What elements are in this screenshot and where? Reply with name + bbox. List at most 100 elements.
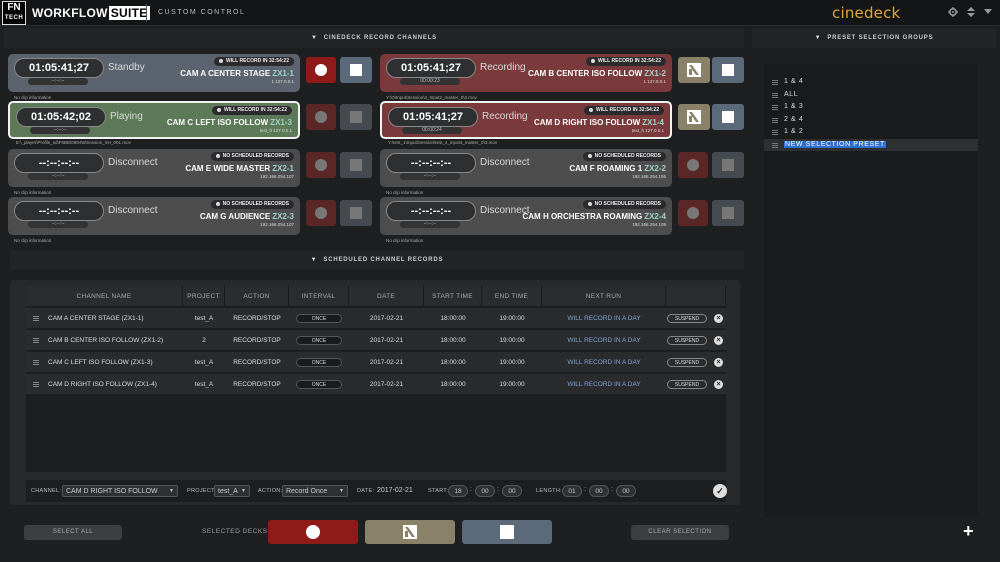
collapse-triangle-icon: ▼ [310, 257, 318, 263]
channel-card[interactable]: --:--:--:-- --:--:-- Disconnect NO SCHEDULE… [380, 149, 672, 195]
channel-card[interactable]: --:--:--:-- --:--:-- Disconnect NO SCHEDULE… [8, 149, 300, 195]
record-channels-header[interactable]: ▼ CINEDECK RECORD CHANNELS [4, 28, 744, 48]
camera-name-text: CAM E WIDE MASTER [185, 164, 271, 173]
nudge-button[interactable] [678, 104, 710, 130]
stop-button[interactable] [340, 57, 372, 83]
col-header-end[interactable]: END TIME [482, 286, 542, 306]
col-header-start[interactable]: START TIME [424, 286, 482, 306]
suspend-button[interactable]: SUSPEND [667, 357, 707, 367]
record-button[interactable] [678, 200, 708, 226]
stop-button[interactable] [712, 104, 744, 130]
drag-handle-icon[interactable] [33, 338, 39, 343]
clip-path: Y:\O\Input\Session\3_Input2_master_0\3.m… [386, 95, 477, 100]
date-value[interactable]: 2017-02-21 [377, 487, 413, 494]
preset-item[interactable]: 1 & 4 [764, 76, 978, 89]
channel-card[interactable]: 01:05:41;27 00:00:23 Recording WILL RECORD … [380, 54, 672, 100]
channel-card[interactable]: --:--:--:-- --:--:-- Disconnect NO SCHEDULE… [8, 197, 300, 243]
preset-item[interactable]: 1 & 2 [764, 126, 978, 139]
drag-handle-icon[interactable] [772, 105, 778, 110]
channel-select[interactable]: CAM D RIGHT ISO FOLLOW ▼ [62, 485, 178, 497]
collapse-triangle-icon: ▼ [311, 35, 318, 41]
preset-item[interactable]: 1 & 3 [764, 101, 978, 114]
nudge-selected-button[interactable] [365, 520, 455, 544]
start-second-stepper[interactable]: 00 [502, 485, 522, 497]
cell-action: RECORD/STOP [233, 381, 281, 388]
action-select[interactable]: Record Once ▼ [282, 485, 348, 497]
stop-button[interactable] [712, 200, 744, 226]
delete-icon[interactable]: × [714, 314, 723, 323]
record-button[interactable] [306, 57, 336, 83]
cinedeck-logo: cinedeck [832, 4, 901, 22]
start-minute-stepper[interactable]: 00 [475, 485, 495, 497]
drag-handle-icon[interactable] [33, 360, 39, 365]
preset-groups-header[interactable]: ▼ PRESET SELECTION GROUPS [752, 28, 996, 48]
delete-icon[interactable]: × [714, 380, 723, 389]
channel-card[interactable]: 01:05:41;27 --:--:-- Standby WILL RECORD IN… [8, 54, 300, 100]
drag-handle-icon[interactable] [772, 130, 778, 135]
drag-handle-icon[interactable] [33, 382, 39, 387]
col-header-project[interactable]: PROJECT [183, 286, 225, 306]
menu-down-icon[interactable] [984, 7, 992, 18]
channel-card[interactable]: --:--:--:-- --:--:-- Disconnect NO SCHEDULE… [380, 197, 672, 243]
camera-name-text: CAM D RIGHT ISO FOLLOW [533, 118, 641, 127]
record-button[interactable] [306, 200, 336, 226]
nudge-button[interactable] [678, 57, 710, 83]
delete-icon[interactable]: × [714, 358, 723, 367]
preset-item[interactable]: ALL [764, 89, 978, 102]
record-button[interactable] [306, 152, 336, 178]
confirm-check-icon[interactable]: ✓ [713, 484, 727, 498]
col-header-next-run[interactable]: NEXT RUN [542, 286, 666, 306]
drag-handle-icon[interactable] [772, 142, 778, 148]
record-selected-button[interactable] [268, 520, 358, 544]
preset-label: 1 & 2 [784, 128, 804, 135]
col-header-action[interactable]: ACTION [225, 286, 289, 306]
elapsed-time: 00:00:24 [402, 127, 462, 134]
gear-icon[interactable] [948, 7, 958, 20]
col-header-channel[interactable]: CHANNEL NAME [26, 286, 183, 306]
sort-arrows-icon[interactable] [967, 7, 975, 20]
length-minute-stepper[interactable]: 00 [589, 485, 609, 497]
suspend-button[interactable]: SUSPEND [667, 335, 707, 345]
table-row[interactable]: CAM D RIGHT ISO FOLLOW (ZX1-4) test_A RECO… [26, 374, 726, 395]
suspend-button[interactable]: SUSPEND [667, 379, 707, 389]
preset-item[interactable]: NEW SELECTION PRESET [764, 138, 978, 151]
record-button[interactable] [678, 152, 708, 178]
table-row[interactable]: CAM B CENTER ISO FOLLOW (ZX1-2) 2 RECORD/S… [26, 330, 726, 351]
clock-icon [217, 107, 222, 112]
preset-label: 2 & 4 [784, 115, 804, 123]
colon-separator: : [611, 486, 613, 493]
drag-handle-icon[interactable] [33, 316, 39, 321]
length-second-stepper[interactable]: 00 [616, 485, 636, 497]
add-preset-icon[interactable]: + [963, 522, 974, 540]
record-button[interactable] [306, 104, 336, 130]
drag-handle-icon[interactable] [772, 92, 778, 98]
delete-icon[interactable]: × [714, 336, 723, 345]
n-logo-icon [687, 110, 701, 124]
stop-button[interactable] [712, 152, 744, 178]
project-select-value: test_A [218, 488, 238, 495]
project-select[interactable]: test_A ▼ [214, 485, 250, 497]
stop-button[interactable] [340, 152, 372, 178]
stop-button[interactable] [340, 200, 372, 226]
table-row[interactable]: CAM A CENTER STAGE (ZX1-1) test_A RECORD/S… [26, 308, 726, 329]
drag-handle-icon[interactable] [772, 117, 778, 123]
select-all-button[interactable]: SELECT ALL [24, 525, 122, 540]
stop-button[interactable] [340, 104, 372, 130]
stop-button[interactable] [712, 57, 744, 83]
cell-end: 19:00:00 [499, 315, 525, 322]
channel-card[interactable]: 01:05:41;27 00:00:24 Recording WILL RECORD … [380, 101, 672, 145]
clear-selection-button[interactable]: CLEAR SELECTION [631, 525, 729, 540]
col-header-date[interactable]: DATE [349, 286, 424, 306]
col-header-interval[interactable]: INTERVAL [289, 286, 349, 306]
clip-path: No clip information [386, 238, 424, 243]
stop-selected-button[interactable] [462, 520, 552, 544]
scheduled-records-header[interactable]: ▼ SCHEDULED CHANNEL RECORDS [10, 250, 744, 270]
length-hour-stepper[interactable]: 01 [562, 485, 582, 497]
preset-item[interactable]: 2 & 4 [764, 114, 978, 127]
start-hour-stepper[interactable]: 18 [448, 485, 468, 497]
deck-id: ZX1-2 [644, 69, 666, 78]
channel-card[interactable]: 01:05:42;02 --:--:-- Playing WILL RECORD IN… [8, 101, 300, 145]
table-row[interactable]: CAM C LEFT ISO FOLLOW (ZX1-3) test_A RECOR… [26, 352, 726, 373]
drag-handle-icon[interactable] [772, 80, 778, 85]
suspend-button[interactable]: SUSPEND [667, 313, 707, 323]
